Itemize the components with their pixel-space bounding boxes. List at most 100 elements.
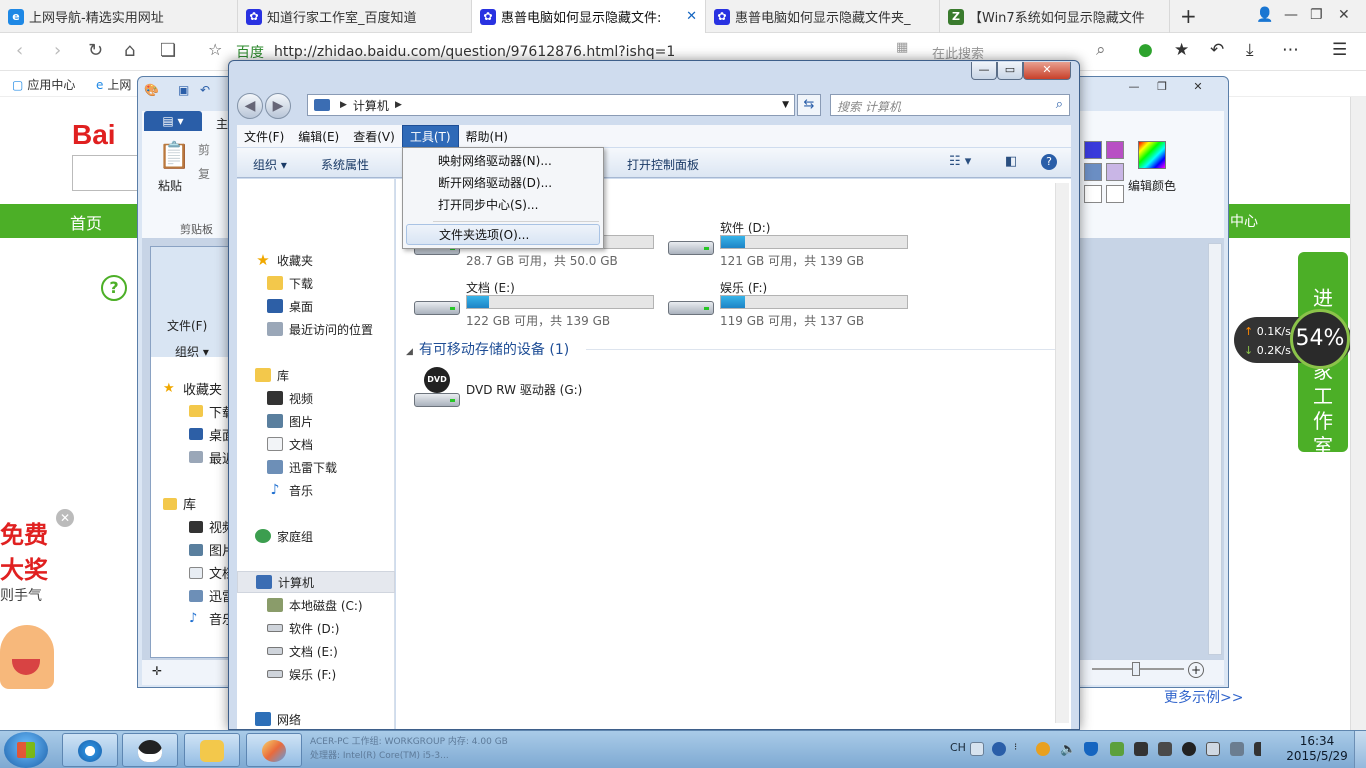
- nav-recent[interactable]: 最近访问的位置: [237, 318, 395, 340]
- cut-label[interactable]: 剪: [198, 141, 210, 158]
- refresh-icon[interactable]: ↻: [88, 40, 103, 61]
- explorer-search-input[interactable]: 搜索 计算机 ⌕: [830, 94, 1070, 116]
- paste-icon[interactable]: 📋: [158, 141, 190, 171]
- nav-drive-f[interactable]: 娱乐 (F:): [237, 663, 395, 685]
- explorer-minimize-icon[interactable]: —: [971, 62, 997, 80]
- user-icon[interactable]: 👤: [1256, 7, 1273, 23]
- display-icon[interactable]: [1134, 742, 1148, 756]
- content-scrollbar[interactable]: [1055, 183, 1069, 723]
- paint-file-tab[interactable]: ▤ ▾: [144, 111, 202, 131]
- edit-colors-icon[interactable]: [1138, 141, 1166, 169]
- taskbar-qq[interactable]: [122, 733, 178, 767]
- bookmark-nav[interactable]: e 上网: [96, 76, 131, 93]
- color-swatch[interactable]: [1084, 141, 1102, 159]
- promo-banner[interactable]: 免费 大奖 则手气: [0, 515, 48, 605]
- more-icon[interactable]: ⋯: [1282, 40, 1299, 60]
- qq-tray-icon[interactable]: [1182, 742, 1196, 756]
- menu-file[interactable]: 文件(F): [237, 126, 291, 147]
- qr-icon[interactable]: ▦: [896, 40, 908, 55]
- page-search-box[interactable]: [72, 155, 142, 191]
- nav-downloads[interactable]: 下载: [237, 272, 395, 294]
- map-network-drive-item[interactable]: 映射网络驱动器(N)...: [406, 151, 600, 172]
- search-icon[interactable]: ⌕: [1056, 97, 1063, 112]
- color-swatch[interactable]: [1106, 163, 1124, 181]
- back-menu-file[interactable]: 文件(F): [167, 317, 207, 334]
- explorer-back-button[interactable]: ◀: [237, 93, 263, 119]
- help-tray-icon[interactable]: [992, 742, 1006, 756]
- close-tab-icon[interactable]: ✕: [686, 9, 697, 24]
- menu-view[interactable]: 查看(V): [346, 126, 402, 147]
- explorer-forward-button[interactable]: ▶: [265, 93, 291, 119]
- start-button[interactable]: [4, 732, 48, 768]
- breadcrumb-arrow-icon[interactable]: ▶: [395, 100, 402, 110]
- address-dropdown-icon[interactable]: ▼: [782, 100, 789, 110]
- address-path[interactable]: 计算机: [353, 97, 389, 114]
- drive-tile-d[interactable]: 软件 (D:) 121 GB 可用，共 139 GB: [668, 219, 922, 271]
- zoom-in-button[interactable]: +: [1188, 662, 1204, 678]
- menu-edit[interactable]: 编辑(E): [291, 126, 346, 147]
- volume-muted-icon[interactable]: 🔈: [1060, 742, 1076, 757]
- paint-close-icon[interactable]: ✕: [1186, 80, 1210, 96]
- back-icon[interactable]: ‹: [16, 40, 23, 61]
- nav-center-link[interactable]: 中心: [1230, 211, 1258, 231]
- help-icon[interactable]: ?: [1041, 154, 1057, 170]
- back-nav-item[interactable]: 收藏夹: [183, 379, 222, 398]
- browser-tab-1[interactable]: e 上网导航-精选实用网址: [0, 0, 238, 33]
- explorer-close-icon[interactable]: ✕: [1023, 62, 1071, 80]
- system-clock[interactable]: 16:34 2015/5/29: [1284, 734, 1350, 764]
- taskbar-browser[interactable]: [62, 733, 118, 767]
- paint-home-tab[interactable]: 主: [216, 115, 228, 132]
- view-options-icon[interactable]: ☷ ▾: [949, 154, 971, 169]
- removable-storage-header[interactable]: ◢ 有可移动存储的设备 (1): [406, 339, 569, 359]
- tray-monitor-icon[interactable]: [1158, 742, 1172, 756]
- system-properties-button[interactable]: 系统属性: [321, 156, 369, 173]
- nav-home-link[interactable]: 首页: [70, 210, 102, 234]
- open-control-panel-button[interactable]: 打开控制面板: [627, 156, 699, 173]
- undo-icon[interactable]: ↶: [1210, 40, 1224, 60]
- power-icon[interactable]: [1230, 742, 1244, 756]
- nav-computer[interactable]: 计算机: [237, 571, 395, 593]
- back-nav-item[interactable]: 库: [183, 494, 196, 513]
- nav-favorites[interactable]: ★ 收藏夹: [237, 249, 395, 271]
- menu-icon[interactable]: ☰: [1332, 40, 1347, 60]
- menu-help[interactable]: 帮助(H): [459, 126, 515, 147]
- close-window-icon[interactable]: ✕: [1338, 7, 1350, 23]
- search-icon[interactable]: ⌕: [1096, 40, 1106, 60]
- back-organize[interactable]: 组织 ▾: [175, 343, 209, 360]
- keyboard-icon[interactable]: [970, 742, 984, 756]
- explorer-maximize-icon[interactable]: ▭: [997, 62, 1023, 80]
- color-swatch[interactable]: [1106, 141, 1124, 159]
- network-speed-widget[interactable]: ↑ 0.1K/s ↓ 0.2K/s 54%: [1234, 309, 1352, 369]
- taskbar-explorer[interactable]: [184, 733, 240, 767]
- more-examples-link[interactable]: 更多示例>>: [1164, 687, 1243, 707]
- dvd-drive-name[interactable]: DVD RW 驱动器 (G:): [466, 381, 582, 398]
- dvd-drive-icon[interactable]: DVD: [414, 367, 460, 411]
- new-tab-button[interactable]: +: [1180, 4, 1197, 28]
- zoom-slider-thumb[interactable]: [1132, 662, 1140, 676]
- favorites-icon[interactable]: ★: [1174, 40, 1189, 60]
- download-icon[interactable]: ⤓: [1246, 40, 1254, 60]
- wechat-icon[interactable]: ●: [1138, 40, 1153, 60]
- nav-drive-e[interactable]: 文档 (E:): [237, 640, 395, 662]
- network-signal-icon[interactable]: [1254, 742, 1268, 756]
- organize-button[interactable]: 组织 ▾: [253, 156, 287, 173]
- home-icon[interactable]: ⌂: [124, 40, 135, 61]
- drive-tile-f[interactable]: 娱乐 (F:) 119 GB 可用，共 137 GB: [668, 279, 922, 331]
- browser-tab-4[interactable]: ✿ 惠普电脑如何显示隐藏文件夹_: [706, 0, 940, 33]
- disconnect-network-drive-item[interactable]: 断开网络驱动器(D)...: [406, 173, 600, 194]
- browser-tab-2[interactable]: ✿ 知道行家工作室_百度知道: [238, 0, 472, 33]
- drive-tile-e[interactable]: 文档 (E:) 122 GB 可用，共 139 GB: [414, 279, 668, 331]
- color-swatch[interactable]: [1084, 163, 1102, 181]
- folder-options-item[interactable]: 文件夹选项(O)...: [406, 224, 600, 245]
- forward-icon[interactable]: ›: [54, 40, 61, 61]
- tray-app-icon[interactable]: [1036, 742, 1050, 756]
- show-desktop-button[interactable]: [1354, 731, 1366, 768]
- security-shield-icon[interactable]: [1084, 742, 1098, 756]
- breadcrumb-arrow-icon[interactable]: ▶: [340, 100, 347, 110]
- removable-device-icon[interactable]: [1206, 742, 1220, 756]
- promo-close-icon[interactable]: ✕: [56, 509, 74, 527]
- nav-network[interactable]: 网络: [237, 708, 395, 730]
- nav-videos[interactable]: 视频: [237, 387, 395, 409]
- input-language[interactable]: CH: [950, 741, 966, 754]
- save-icon[interactable]: ▣: [178, 83, 189, 97]
